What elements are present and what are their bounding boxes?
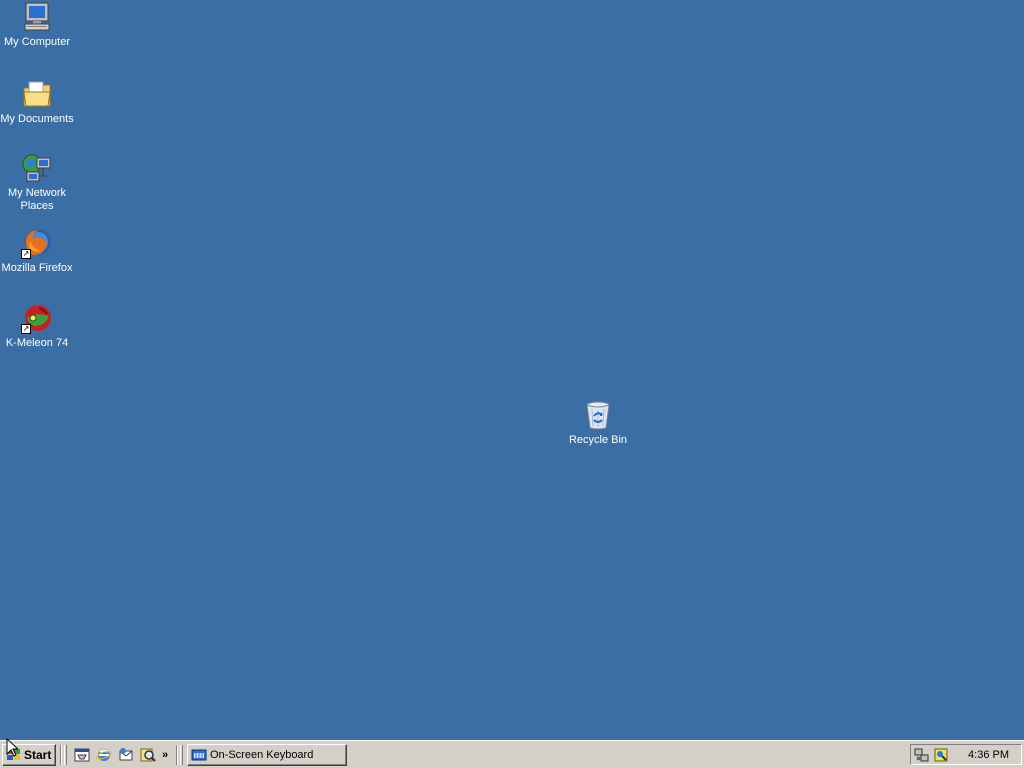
quick-launch-chevron[interactable]: » [162,749,172,761]
start-label: Start [24,747,52,762]
taskbar-button-on-screen-keyboard[interactable]: On-Screen Keyboard [187,743,347,766]
quick-launch-toolbar: » [71,747,172,763]
system-tray: 4:36 PM [910,744,1022,765]
my-computer-icon [21,1,53,33]
desktop-icon-label: My Network Places [7,187,67,212]
taskbar-button-label: On-Screen Keyboard [210,748,314,761]
desktop-icon-network-places[interactable]: My Network Places [0,152,75,213]
desktop-icon-label: My Documents [0,113,74,125]
show-desktop-icon[interactable] [74,747,90,763]
desktop[interactable]: My Computer My Documents My Network Plac… [0,0,1024,740]
desktop-icon-label: My Computer [3,36,71,48]
k-meleon-icon: ↗ [21,302,53,334]
my-documents-icon [21,78,53,110]
clock[interactable]: 4:36 PM [968,749,1009,761]
desktop-icon-label: Recycle Bin [568,434,628,446]
desktop-icon-label: Mozilla Firefox [1,262,73,274]
security-tray-icon[interactable] [933,747,949,763]
taskbar: Start » On-Screen Keyboard 4:36 PM [0,740,1024,768]
desktop-icon-firefox[interactable]: ↗ Mozilla Firefox [0,227,75,275]
desktop-icon-my-computer[interactable]: My Computer [0,1,75,49]
desktop-icon-my-documents[interactable]: My Documents [0,78,75,126]
shortcut-arrow-icon: ↗ [21,249,31,259]
search-icon[interactable] [140,747,156,763]
desktop-icon-label: K-Meleon 74 [5,337,69,349]
desktop-icon-k-meleon[interactable]: ↗ K-Meleon 74 [0,302,75,350]
desktop-icon-recycle-bin[interactable]: Recycle Bin [560,399,636,447]
internet-explorer-icon[interactable] [96,747,112,763]
recycle-bin-icon [582,399,614,431]
outlook-express-icon[interactable] [118,747,134,763]
taskbar-separator [60,744,62,765]
shortcut-arrow-icon: ↗ [21,324,31,334]
firefox-icon: ↗ [21,227,53,259]
keyboard-icon [191,749,207,760]
network-tray-icon[interactable] [914,747,930,763]
network-places-icon [21,152,53,184]
toolbar-grip[interactable] [180,744,183,765]
toolbar-grip[interactable] [64,744,67,765]
taskbar-separator [176,744,178,765]
mouse-cursor-icon [6,738,18,757]
